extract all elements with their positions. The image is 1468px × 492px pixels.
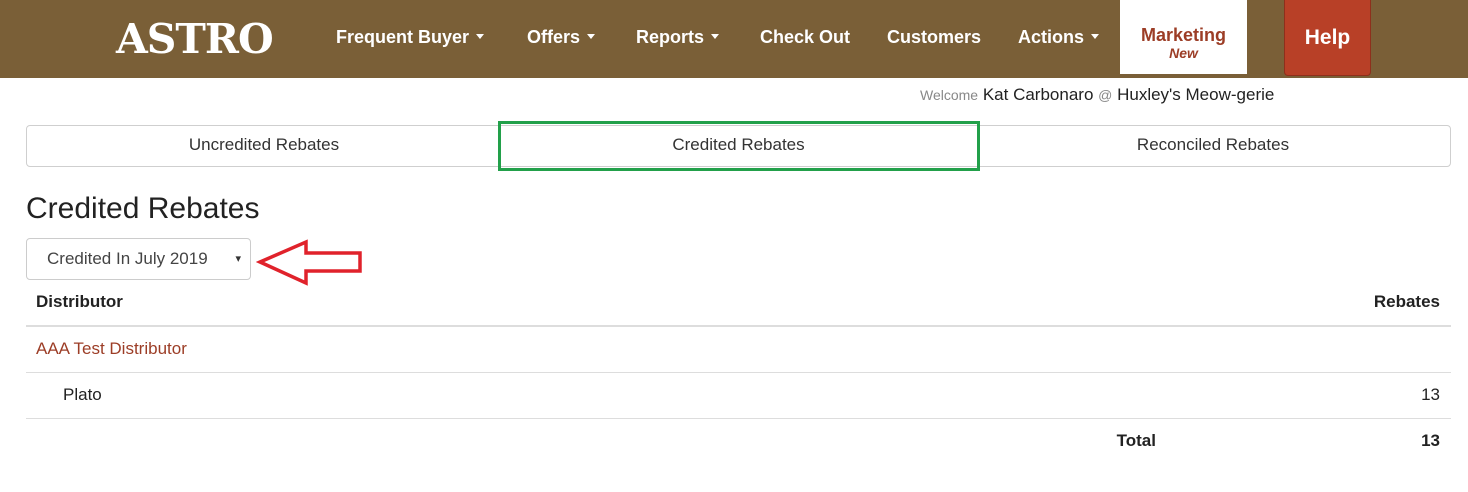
nav-frequent-buyer[interactable]: Frequent Buyer <box>336 25 485 49</box>
total-label: Total <box>1116 431 1156 450</box>
caret-down-icon <box>587 33 596 39</box>
welcome-prefix: Welcome <box>920 87 979 103</box>
welcome-user: Kat Carbonaro <box>982 85 1094 104</box>
dropdown-arrow-icon: ▾ <box>235 253 241 265</box>
nav-frequent-buyer-label: Frequent Buyer <box>336 27 470 47</box>
nav-actions[interactable]: Actions <box>1018 25 1100 49</box>
tab-uncredited-rebates[interactable]: Uncredited Rebates <box>27 126 501 166</box>
astro-logo[interactable]: ASTRO <box>116 15 274 63</box>
caret-down-icon <box>711 33 720 39</box>
nav-customers[interactable]: Customers <box>887 25 981 49</box>
distributor-link[interactable]: AAA Test Distributor <box>36 339 187 359</box>
tab-reconciled-rebates[interactable]: Reconciled Rebates <box>976 126 1450 166</box>
nav-marketing[interactable]: Marketing New <box>1120 0 1247 74</box>
row-divider <box>26 372 1451 373</box>
nav-reports[interactable]: Reports <box>636 25 720 49</box>
top-navbar: ASTRO Frequent Buyer Offers Reports Chec… <box>0 0 1468 78</box>
row-item-name: Plato <box>63 385 102 404</box>
row-divider <box>26 418 1451 419</box>
column-header-distributor: Distributor <box>36 292 123 311</box>
nav-customers-label: Customers <box>887 27 982 47</box>
total-value: 13 <box>1421 431 1440 450</box>
new-badge: New <box>1169 45 1198 61</box>
column-header-rebates: Rebates <box>1373 292 1440 311</box>
annotation-arrow-icon <box>256 239 362 286</box>
active-tab-highlight <box>498 121 980 171</box>
period-select[interactable]: Credited In July 2019 ▾ <box>26 238 251 280</box>
period-select-value: Credited In July 2019 <box>47 249 208 268</box>
header-divider <box>26 325 1451 327</box>
welcome-store: Huxley's Meow-gerie <box>1117 85 1275 104</box>
row-item-rebates: 13 <box>1421 385 1440 404</box>
nav-marketing-label: Marketing <box>1140 25 1227 45</box>
nav-offers[interactable]: Offers <box>527 25 596 49</box>
nav-reports-label: Reports <box>636 27 705 47</box>
nav-check-out[interactable]: Check Out <box>760 25 850 49</box>
welcome-line: Welcome Kat Carbonaro @ Huxley's Meow-ge… <box>920 85 1274 105</box>
nav-actions-label: Actions <box>1018 27 1085 47</box>
nav-offers-label: Offers <box>527 27 581 47</box>
welcome-at: @ <box>1098 87 1113 103</box>
caret-down-icon <box>1091 33 1100 39</box>
help-button[interactable]: Help <box>1284 0 1371 76</box>
nav-check-out-label: Check Out <box>760 27 851 47</box>
caret-down-icon <box>476 33 485 39</box>
page-title: Credited Rebates <box>26 192 260 225</box>
